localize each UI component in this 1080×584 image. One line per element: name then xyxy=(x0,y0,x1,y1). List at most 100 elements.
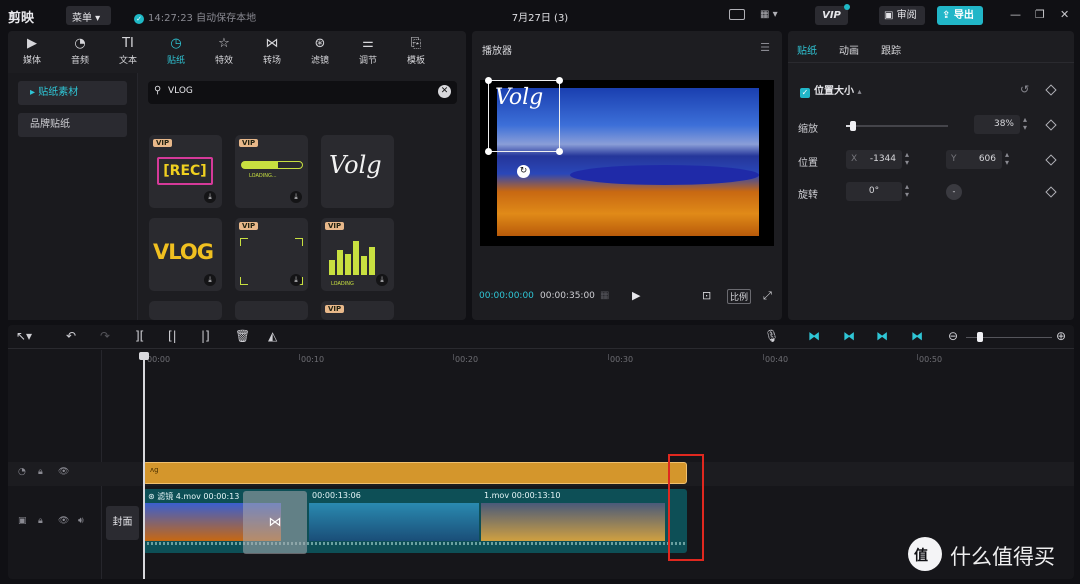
zoom-in-icon[interactable]: ⊕ xyxy=(1056,329,1066,343)
tab-sticker[interactable]: ◷ 贴纸 xyxy=(156,36,196,66)
fullscreen-fit-icon[interactable]: ⊡ xyxy=(702,289,711,302)
split-icon[interactable]: ][ xyxy=(135,329,144,343)
tab-tracking[interactable]: 跟踪 xyxy=(881,42,901,57)
trim-left-icon[interactable]: [| xyxy=(168,329,177,343)
select-cursor-icon[interactable]: ↖▾ xyxy=(16,329,32,343)
cover-button[interactable]: 封面 xyxy=(106,506,139,540)
keyframe-icon[interactable] xyxy=(1045,84,1057,96)
zoom-out-icon[interactable]: ⊖ xyxy=(948,329,958,343)
tab-template[interactable]: ⎘ 模板 xyxy=(396,36,436,66)
position-x-input[interactable]: X -1344 xyxy=(846,150,902,169)
playhead[interactable] xyxy=(143,353,145,579)
scale-label: 缩放 xyxy=(798,124,818,135)
download-icon[interactable]: ⤓ xyxy=(204,191,216,203)
close-icon[interactable]: ✕ xyxy=(1060,8,1069,21)
preview-canvas[interactable]: Volg ↻ xyxy=(480,77,774,246)
download-icon[interactable]: ⤓ xyxy=(376,274,388,286)
eye-icon[interactable]: 👁︎ xyxy=(58,467,69,477)
auto-snap-icon[interactable]: ⧓ xyxy=(843,329,855,343)
sticker-tile[interactable]: VIP LOADING ⤓ xyxy=(321,218,394,291)
resize-handle[interactable] xyxy=(485,148,492,155)
keyframe-icon[interactable] xyxy=(1045,154,1057,166)
rotate-stepper-icon[interactable]: ▴ ▾ xyxy=(905,183,909,199)
review-button[interactable]: ▣ 审阅 xyxy=(879,6,925,25)
sticker-selection-box[interactable]: Volg xyxy=(485,77,563,155)
scale-slider-track[interactable] xyxy=(846,121,948,131)
keyframe-icon[interactable] xyxy=(1045,119,1057,131)
fullscreen-icon[interactable]: ⤢ xyxy=(763,289,772,303)
keyframe-icon[interactable] xyxy=(1045,186,1057,198)
lock-icon[interactable]: 🔒︎ xyxy=(38,516,43,526)
sticker-tile[interactable]: VIP LOADING... ⤓ xyxy=(235,135,308,208)
scale-stepper-icon[interactable]: ▴ ▾ xyxy=(1023,116,1027,132)
mirror-icon[interactable]: ◭ xyxy=(268,329,277,343)
section-position-size[interactable]: ✓ 位置大小 ▴ xyxy=(800,82,862,98)
trim-right-icon[interactable]: |] xyxy=(201,329,210,343)
x-stepper-icon[interactable]: ▴ ▾ xyxy=(905,151,909,167)
y-label: Y xyxy=(951,154,957,164)
minimize-icon[interactable]: — xyxy=(1010,8,1021,21)
tab-animation[interactable]: 动画 xyxy=(839,42,859,57)
menu-icon[interactable]: ☰ xyxy=(760,41,770,54)
layout-icon[interactable]: ▦ ▾ xyxy=(760,9,778,20)
scale-slider-handle[interactable] xyxy=(850,121,856,131)
sticker-clip[interactable]: ʌg xyxy=(143,462,687,484)
sticker-preview: LOADING... xyxy=(249,173,277,179)
sticker-tile[interactable]: VIP xyxy=(321,301,394,320)
ratio-button[interactable]: 比例 xyxy=(727,289,752,304)
tab-adjust[interactable]: ⚌ 调节 xyxy=(348,36,388,66)
rotate-input[interactable]: 0° xyxy=(846,182,902,201)
maximize-icon[interactable]: ❐ xyxy=(1035,8,1045,21)
tab-audio[interactable]: ◔ 音频 xyxy=(60,36,100,66)
sticker-preview-label: LOADING xyxy=(331,281,354,287)
sticker-tile[interactable]: VIP ⤓ xyxy=(235,218,308,291)
sticker-tile[interactable]: VLOG ⤓ xyxy=(149,218,222,291)
tab-text[interactable]: TI 文本 xyxy=(108,36,148,66)
reset-icon[interactable]: ↺ xyxy=(1020,83,1029,96)
eye-icon[interactable]: 👁︎ xyxy=(58,516,69,526)
grid-icon[interactable]: ▦ xyxy=(600,290,609,301)
sticker-tile[interactable] xyxy=(235,301,308,320)
sticker-tile[interactable]: Volg xyxy=(321,135,394,208)
tab-effects[interactable]: ☆ 特效 xyxy=(204,36,244,66)
transition-block[interactable]: ⋈ xyxy=(243,491,307,554)
search-input[interactable]: ⚲ VLOG ✕ xyxy=(148,81,457,104)
zoom-slider-handle[interactable] xyxy=(977,332,983,342)
volume-icon[interactable]: 🔊︎ xyxy=(78,516,84,526)
y-stepper-icon[interactable]: ▴ ▾ xyxy=(1005,151,1009,167)
position-y-input[interactable]: Y 606 xyxy=(946,150,1002,169)
highlight-box xyxy=(668,454,704,561)
sidebar-item-sticker-assets[interactable]: ▸ 贴纸素材 xyxy=(18,81,127,105)
checkbox-icon[interactable]: ✓ xyxy=(800,88,810,98)
resize-handle[interactable] xyxy=(556,77,563,84)
download-icon[interactable]: ⤓ xyxy=(290,191,302,203)
sticker-tile[interactable] xyxy=(149,301,222,320)
delete-icon[interactable]: 🗑 xyxy=(235,329,250,343)
sidebar-item-brand-stickers[interactable]: 品牌贴纸 xyxy=(18,113,127,137)
tab-media[interactable]: ▶ 媒体 xyxy=(12,36,52,66)
lock-icon[interactable]: 🔒︎ xyxy=(38,467,43,477)
rotate-dial-icon[interactable]: - xyxy=(946,184,962,200)
resize-handle[interactable] xyxy=(556,148,563,155)
download-icon[interactable]: ⤓ xyxy=(290,274,302,286)
media-icon: ▶ xyxy=(27,36,37,51)
resize-handle[interactable] xyxy=(485,77,492,84)
tab-sticker-props[interactable]: 贴纸 xyxy=(797,42,817,57)
rotate-handle-icon[interactable]: ↻ xyxy=(517,165,530,178)
clear-search-icon[interactable]: ✕ xyxy=(438,85,451,98)
main-track-magnet-icon[interactable]: ⧓ xyxy=(808,329,820,343)
microphone-icon[interactable]: 🎙 xyxy=(764,329,779,343)
keyboard-icon[interactable] xyxy=(729,9,745,20)
undo-icon[interactable]: ↶ xyxy=(66,329,76,343)
linkage-icon[interactable]: ⧓ xyxy=(876,329,888,343)
download-icon[interactable]: ⤓ xyxy=(204,274,216,286)
tab-transition[interactable]: ⋈ 转场 xyxy=(252,36,292,66)
tab-filter[interactable]: ⊛ 滤镜 xyxy=(300,36,340,66)
scale-input[interactable]: 38% xyxy=(974,115,1020,134)
play-icon[interactable]: ▶ xyxy=(632,289,640,302)
vip-button[interactable]: VIP xyxy=(815,4,850,25)
preview-axis-icon[interactable]: ⧓ xyxy=(911,329,923,343)
playhead-handle[interactable] xyxy=(139,352,149,360)
export-button[interactable]: ⇪ 导出 xyxy=(937,6,983,25)
sticker-tile[interactable]: VIP [REC] ⤓ xyxy=(149,135,222,208)
